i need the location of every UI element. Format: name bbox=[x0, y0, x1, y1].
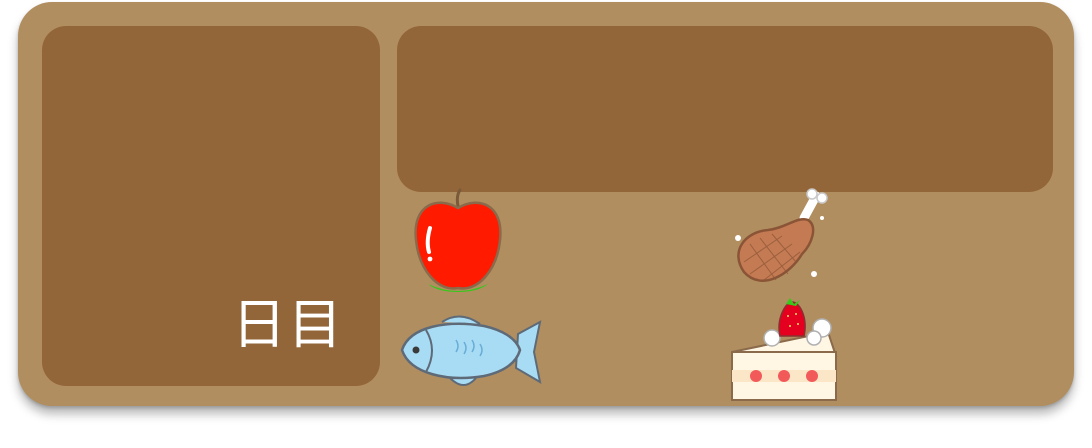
day-counter-panel: 日目 bbox=[42, 26, 380, 386]
fish-icon[interactable] bbox=[380, 308, 544, 398]
chicken-leg-icon[interactable] bbox=[716, 188, 836, 300]
strawberry-cake-icon[interactable] bbox=[710, 296, 846, 406]
message-panel bbox=[397, 26, 1053, 192]
apple-icon[interactable] bbox=[398, 188, 518, 298]
day-label: 日目 bbox=[232, 293, 344, 356]
game-board: 日目 bbox=[18, 2, 1074, 406]
